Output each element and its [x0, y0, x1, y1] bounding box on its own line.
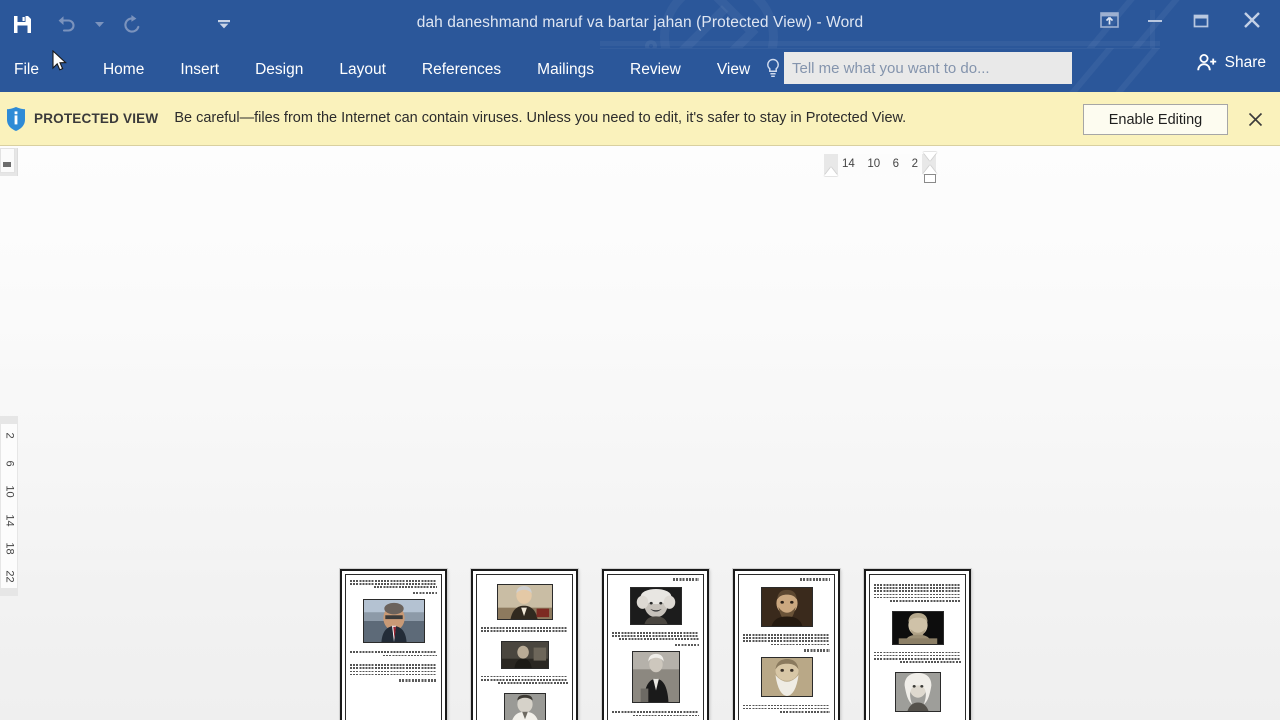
ribbon-display-options-icon[interactable]	[1086, 0, 1132, 40]
page-thumbnail-2[interactable]	[471, 569, 578, 720]
protected-view-badge: PROTECTED VIEW	[34, 111, 159, 126]
share-button[interactable]: Share	[1196, 53, 1266, 72]
hruler-tick: 6	[892, 158, 900, 170]
page-image	[629, 587, 682, 625]
share-person-icon	[1196, 53, 1218, 72]
window-controls	[1086, 0, 1280, 48]
vruler-tick: 2	[3, 432, 16, 439]
share-label: Share	[1224, 53, 1266, 71]
dismiss-protected-view-close-icon[interactable]	[1244, 107, 1266, 131]
vruler-tick: 6	[3, 460, 16, 467]
tab-layout[interactable]: Layout	[325, 48, 400, 92]
hruler-tick: 14	[842, 158, 855, 170]
tab-review[interactable]: Review	[616, 48, 695, 92]
vruler-tick: 22	[3, 570, 16, 583]
page-image	[894, 671, 941, 712]
page-thumbnail-5[interactable]	[864, 569, 971, 720]
tab-view[interactable]: View	[703, 48, 764, 92]
left-indent-marker[interactable]	[824, 167, 838, 176]
vertical-ruler[interactable]: 2 6 10 14 18 22	[0, 416, 18, 596]
page-image	[760, 656, 813, 697]
protected-view-message: Be careful—files from the Internet can c…	[174, 110, 907, 127]
restore-icon[interactable]	[1178, 0, 1224, 40]
tab-home[interactable]: Home	[89, 48, 158, 92]
info-shield-icon	[2, 106, 30, 132]
lightbulb-icon	[762, 58, 784, 78]
horizontal-ruler[interactable]: 14 10 6 2	[824, 152, 937, 183]
page-image	[891, 610, 944, 645]
tab-insert[interactable]: Insert	[166, 48, 233, 92]
page-image	[496, 584, 553, 620]
page-image	[760, 587, 813, 627]
hruler-tick: 2	[911, 158, 918, 170]
title-bar: dah daneshmand maruf va bartar jahan (Pr…	[0, 0, 1280, 48]
page-thumbnail-1[interactable]	[340, 569, 447, 720]
tell-me-container	[762, 52, 1072, 84]
ribbon-tab-row: File Home Insert Design Layout Reference…	[0, 48, 1280, 92]
page-thumbnail-3[interactable]	[602, 569, 709, 720]
page-thumbnails	[340, 569, 971, 720]
vruler-tick: 14	[3, 513, 16, 527]
page-image	[631, 651, 680, 704]
page-thumbnail-4[interactable]	[733, 569, 840, 720]
close-icon[interactable]	[1224, 0, 1280, 40]
hruler-tick: 10	[867, 158, 881, 170]
word-window: dah daneshmand maruf va bartar jahan (Pr…	[0, 0, 1280, 720]
page-image	[503, 692, 546, 720]
tab-mailings[interactable]: Mailings	[523, 48, 608, 92]
page-image	[500, 640, 549, 669]
minimize-icon[interactable]	[1132, 0, 1178, 40]
vruler-tick: 18	[3, 542, 16, 555]
tab-design[interactable]: Design	[241, 48, 317, 92]
right-indent-markers[interactable]	[921, 152, 939, 183]
enable-editing-button[interactable]: Enable Editing	[1083, 104, 1228, 135]
tab-file[interactable]: File	[0, 48, 55, 92]
document-canvas[interactable]: 14 10 6 2 2 6 10 14 18 22	[0, 146, 1280, 720]
search-input[interactable]	[784, 52, 1072, 84]
ruler-corner-tab-selector[interactable]	[0, 148, 18, 176]
vruler-tick: 10	[3, 485, 16, 498]
page-image	[362, 599, 425, 644]
ribbon-tabs: File Home Insert Design Layout Reference…	[0, 48, 764, 92]
tab-references[interactable]: References	[408, 48, 515, 92]
